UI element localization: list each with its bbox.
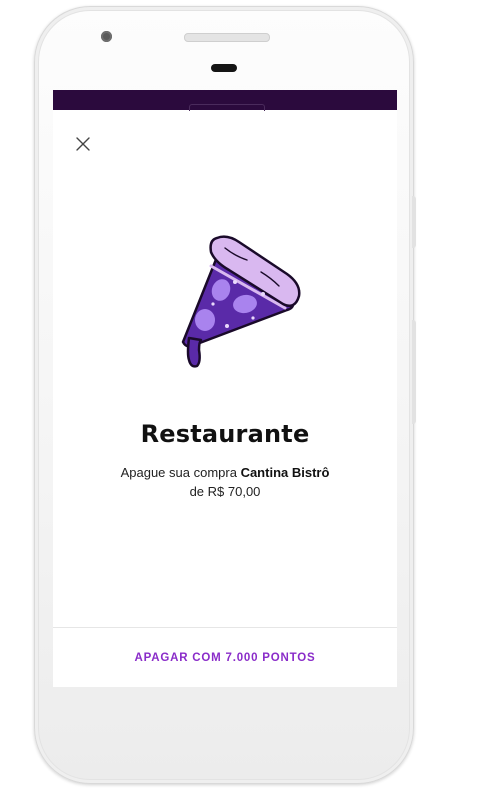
phone-screen: Restaurante Apague sua compra Cantina Bi… xyxy=(53,90,397,687)
earpiece-speaker xyxy=(184,33,270,42)
purchase-amount: de R$ 70,00 xyxy=(189,484,261,499)
description-prefix: Apague sua compra xyxy=(120,465,241,480)
phone-mockup: Restaurante Apague sua compra Cantina Bi… xyxy=(0,0,490,800)
proximity-sensor xyxy=(211,64,237,72)
merchant-name: Cantina Bistrô xyxy=(240,465,330,480)
volume-button xyxy=(412,196,416,248)
pizza-slice-icon xyxy=(145,226,305,376)
front-camera xyxy=(101,31,112,42)
power-button xyxy=(412,320,416,424)
page-title: Restaurante xyxy=(140,420,310,448)
purchase-description: Apague sua compra Cantina Bistrô de R$ 7… xyxy=(53,463,397,501)
close-icon xyxy=(76,137,90,151)
close-button[interactable] xyxy=(71,132,95,156)
erase-with-points-button[interactable]: APAGAR COM 7.000 PONTOS xyxy=(53,628,397,687)
status-bar xyxy=(53,90,397,111)
status-bar-tab xyxy=(189,104,265,111)
